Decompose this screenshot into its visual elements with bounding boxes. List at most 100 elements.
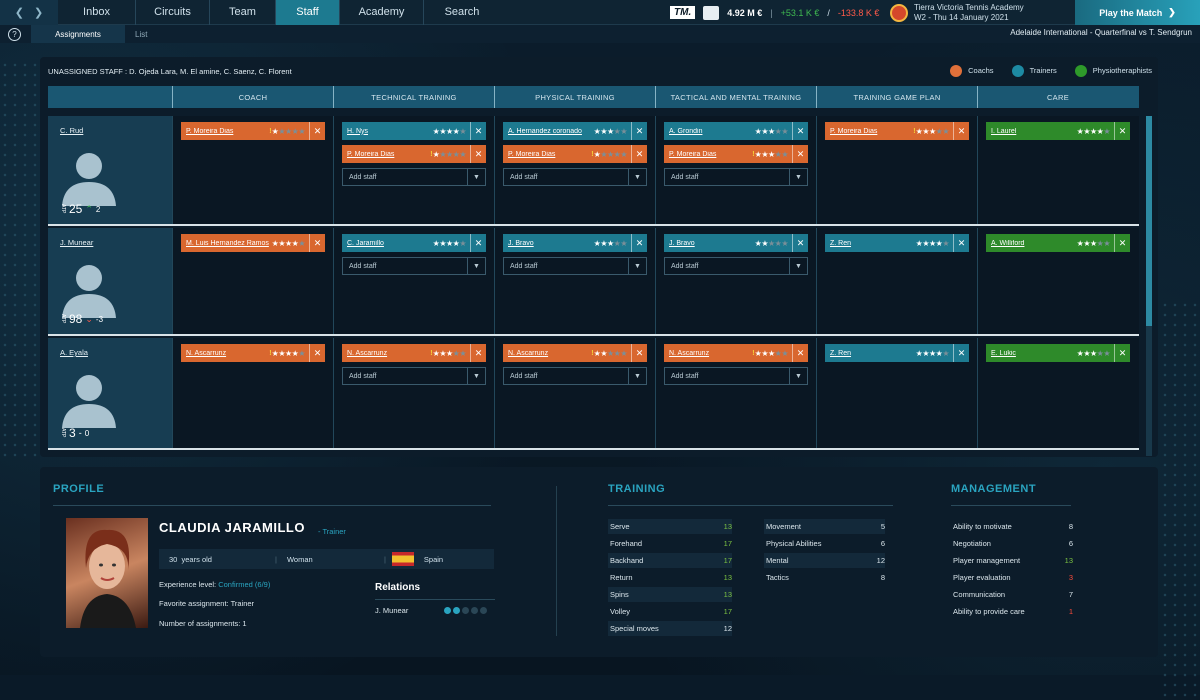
assigned-staff-chip[interactable]: C. Jaramillo ★★★★★ ✕ <box>342 234 486 252</box>
management-attribute: Player management 13 <box>953 556 1073 565</box>
remove-staff-icon[interactable]: ✕ <box>470 234 486 252</box>
player-name[interactable]: J. Munear <box>60 238 93 247</box>
remove-staff-icon[interactable]: ✕ <box>309 234 325 252</box>
remove-staff-icon[interactable]: ✕ <box>631 344 647 362</box>
nav-tab-staff[interactable]: Staff <box>276 0 340 25</box>
staff-name-link[interactable]: E. Lukic <box>991 350 1077 357</box>
nav-tab-search[interactable]: Search <box>424 0 500 25</box>
staff-name-link[interactable]: P. Moreira Dias <box>508 151 589 158</box>
assigned-staff-chip[interactable]: I. Laurel ★★★★★ ✕ <box>986 122 1130 140</box>
player-row: A. Eyala ATP 3-0 N. Ascarrunz ! ★★★★★ ✕ … <box>48 338 1139 450</box>
staff-name-link[interactable]: P. Moreira Dias <box>830 128 911 135</box>
tm-logo: TM. <box>670 6 696 19</box>
add-staff-dropdown[interactable]: Add staff ▼ <box>664 367 808 385</box>
remove-staff-icon[interactable]: ✕ <box>1114 122 1130 140</box>
assigned-staff-chip[interactable]: J. Bravo ★★★★★ ✕ <box>664 234 808 252</box>
remove-staff-icon[interactable]: ✕ <box>470 344 486 362</box>
assigned-staff-chip[interactable]: P. Moreira Dias ! ★★★★★ ✕ <box>664 145 808 163</box>
add-staff-dropdown[interactable]: Add staff ▼ <box>503 367 647 385</box>
assigned-staff-chip[interactable]: N. Ascarrunz ! ★★★★★ ✕ <box>664 344 808 362</box>
assigned-staff-chip[interactable]: Z. Ren ★★★★★ ✕ <box>825 234 969 252</box>
remove-staff-icon[interactable]: ✕ <box>1114 234 1130 252</box>
staff-name-link[interactable]: I. Laurel <box>991 128 1077 135</box>
remove-staff-icon[interactable]: ✕ <box>309 122 325 140</box>
assigned-staff-chip[interactable]: P. Moreira Dias ! ★★★★★ ✕ <box>181 122 325 140</box>
subtab-list[interactable]: List <box>125 25 157 43</box>
remove-staff-icon[interactable]: ✕ <box>792 145 808 163</box>
remove-staff-icon[interactable]: ✕ <box>792 122 808 140</box>
assigned-staff-chip[interactable]: A. Hernandez coronado ★★★★★ ✕ <box>503 122 647 140</box>
assigned-staff-chip[interactable]: P. Moreira Dias ! ★★★★★ ✕ <box>342 145 486 163</box>
remove-staff-icon[interactable]: ✕ <box>953 234 969 252</box>
add-staff-dropdown[interactable]: Add staff ▼ <box>503 168 647 186</box>
assigned-staff-chip[interactable]: P. Moreira Dias ! ★★★★★ ✕ <box>825 122 969 140</box>
rating-stars: ★★★★★ <box>754 149 789 159</box>
staff-name-link[interactable]: N. Ascarrunz <box>669 350 750 357</box>
remove-staff-icon[interactable]: ✕ <box>1114 344 1130 362</box>
add-staff-dropdown[interactable]: Add staff ▼ <box>664 257 808 275</box>
assigned-staff-chip[interactable]: E. Lukic ★★★★★ ✕ <box>986 344 1130 362</box>
remove-staff-icon[interactable]: ✕ <box>953 344 969 362</box>
rating-stars: ★★★★★ <box>271 126 306 136</box>
chevron-down-icon: ▼ <box>467 368 485 384</box>
assigned-staff-chip[interactable]: N. Ascarrunz ! ★★★★★ ✕ <box>342 344 486 362</box>
assigned-staff-chip[interactable]: M. Luis Hernandez Ramos ★★★★★ ✕ <box>181 234 325 252</box>
nav-tab-circuits[interactable]: Circuits <box>136 0 210 25</box>
staff-name-link[interactable]: M. Luis Hernandez Ramos <box>186 240 272 247</box>
remove-staff-icon[interactable]: ✕ <box>631 145 647 163</box>
staff-name-link[interactable]: P. Moreira Dias <box>669 151 750 158</box>
add-staff-dropdown[interactable]: Add staff ▼ <box>664 168 808 186</box>
staff-name-link[interactable]: A. Hernandez coronado <box>508 128 594 135</box>
assigned-staff-chip[interactable]: N. Ascarrunz ! ★★★★★ ✕ <box>503 344 647 362</box>
staff-name-link[interactable]: N. Ascarrunz <box>508 350 589 357</box>
management-attribute: Player evaluation 3 <box>953 573 1073 582</box>
staff-name-link[interactable]: N. Ascarrunz <box>347 350 428 357</box>
legend-coachs: Coachs <box>950 65 994 77</box>
remove-staff-icon[interactable]: ✕ <box>631 122 647 140</box>
add-staff-dropdown[interactable]: Add staff ▼ <box>503 257 647 275</box>
player-name[interactable]: A. Eyala <box>60 348 88 357</box>
nav-tab-academy[interactable]: Academy <box>340 0 424 25</box>
staff-name-link[interactable]: A. Grondin <box>669 128 755 135</box>
staff-name-link[interactable]: Z. Ren <box>830 350 916 357</box>
remove-staff-icon[interactable]: ✕ <box>953 122 969 140</box>
staff-name-link[interactable]: A. Williford <box>991 240 1077 247</box>
staff-name-link[interactable]: C. Jaramillo <box>347 240 433 247</box>
add-staff-dropdown[interactable]: Add staff ▼ <box>342 168 486 186</box>
play-match-button[interactable]: Play the Match ❯ <box>1075 0 1200 25</box>
staff-name-link[interactable]: P. Moreira Dias <box>186 128 267 135</box>
assigned-staff-chip[interactable]: N. Ascarrunz ! ★★★★★ ✕ <box>181 344 325 362</box>
scrollbar-thumb[interactable] <box>1146 116 1152 326</box>
assigned-staff-chip[interactable]: J. Bravo ★★★★★ ✕ <box>503 234 647 252</box>
forward-arrow-icon[interactable]: ❯ <box>34 6 43 19</box>
help-icon[interactable]: ? <box>8 27 21 41</box>
assigned-staff-chip[interactable]: Z. Ren ★★★★★ ✕ <box>825 344 969 362</box>
add-staff-dropdown[interactable]: Add staff ▼ <box>342 367 486 385</box>
grid-scrollbar[interactable] <box>1146 116 1152 456</box>
remove-staff-icon[interactable]: ✕ <box>309 344 325 362</box>
chevron-down-icon: ▼ <box>628 169 646 185</box>
staff-name-link[interactable]: P. Moreira Dias <box>347 151 428 158</box>
nav-tab-inbox[interactable]: Inbox <box>58 0 136 25</box>
player-name[interactable]: C. Rud <box>60 126 83 135</box>
add-staff-dropdown[interactable]: Add staff ▼ <box>342 257 486 275</box>
training-attribute: Serve 13 <box>608 519 732 534</box>
nav-tab-team[interactable]: Team <box>210 0 276 25</box>
assigned-staff-chip[interactable]: P. Moreira Dias ! ★★★★★ ✕ <box>503 145 647 163</box>
assigned-staff-chip[interactable]: A. Williford ★★★★★ ✕ <box>986 234 1130 252</box>
subtab-assignments[interactable]: Assignments <box>31 25 125 43</box>
assigned-staff-chip[interactable]: A. Grondin ★★★★★ ✕ <box>664 122 808 140</box>
staff-age: 30 years old <box>169 554 212 564</box>
back-arrow-icon[interactable]: ❮ <box>15 6 24 19</box>
staff-name-link[interactable]: J. Bravo <box>669 240 755 247</box>
remove-staff-icon[interactable]: ✕ <box>470 145 486 163</box>
remove-staff-icon[interactable]: ✕ <box>631 234 647 252</box>
staff-name-link[interactable]: N. Ascarrunz <box>186 350 267 357</box>
staff-name-link[interactable]: J. Bravo <box>508 240 594 247</box>
staff-name-link[interactable]: H. Nys <box>347 128 433 135</box>
remove-staff-icon[interactable]: ✕ <box>792 234 808 252</box>
assigned-staff-chip[interactable]: H. Nys ★★★★★ ✕ <box>342 122 486 140</box>
remove-staff-icon[interactable]: ✕ <box>470 122 486 140</box>
remove-staff-icon[interactable]: ✕ <box>792 344 808 362</box>
staff-name-link[interactable]: Z. Ren <box>830 240 916 247</box>
